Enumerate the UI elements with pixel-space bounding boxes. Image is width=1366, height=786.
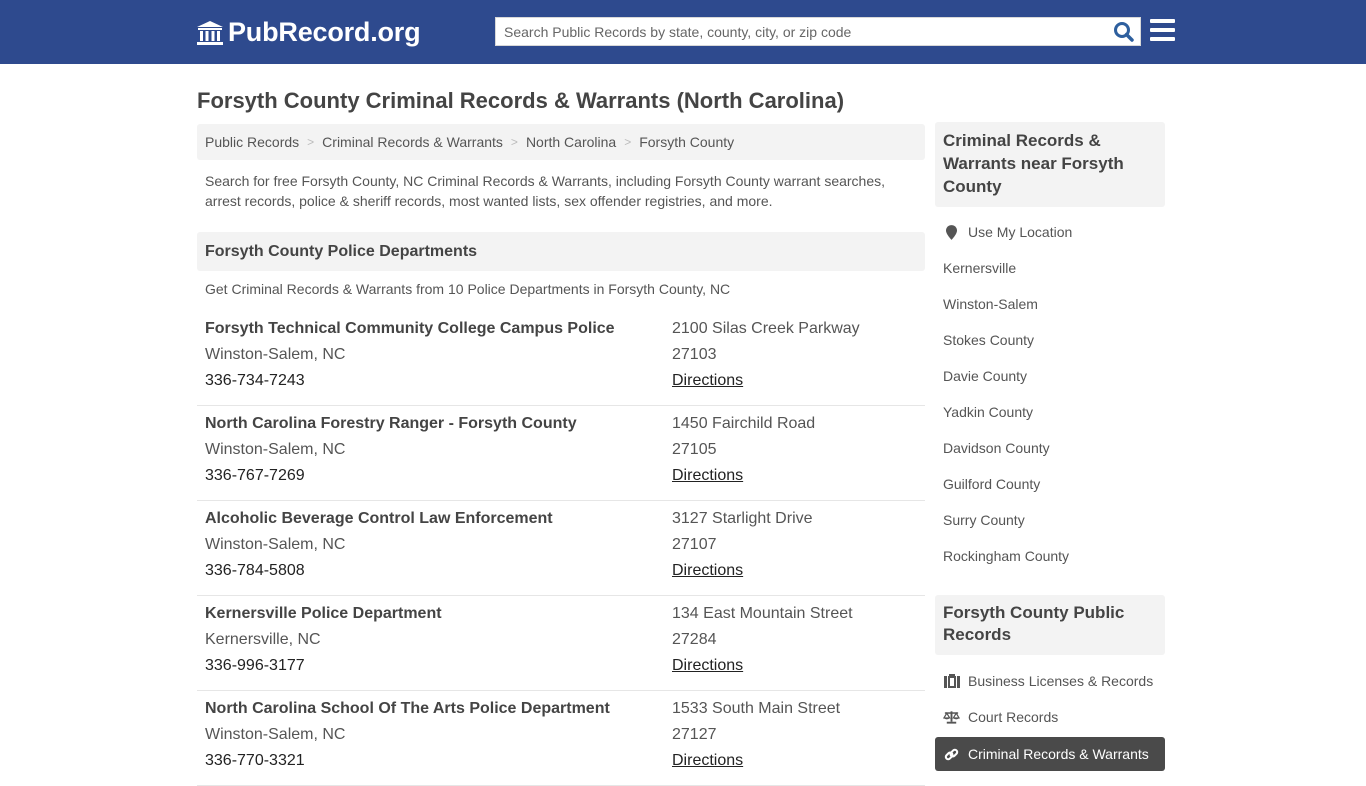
public-records-heading: Forsyth County Public Records <box>935 595 1165 655</box>
directions-link[interactable]: Directions <box>672 752 743 770</box>
courthouse-icon <box>197 20 223 45</box>
department-phone[interactable]: 336-996-3177 <box>205 657 305 675</box>
breadcrumb-separator: > <box>510 135 518 149</box>
department-address: 3127 Starlight Drive <box>672 510 813 527</box>
directions-link[interactable]: Directions <box>672 562 743 580</box>
directions-link[interactable]: Directions <box>672 657 743 675</box>
department-item: Alcoholic Beverage Control Law Enforceme… <box>197 501 925 596</box>
briefcase-icon <box>943 673 960 689</box>
category-criminal-records-active[interactable]: Criminal Records & Warrants <box>935 737 1165 771</box>
department-zip: 27105 <box>672 441 717 458</box>
department-address: 2100 Silas Creek Parkway <box>672 320 860 337</box>
nearby-link-yadkin-county[interactable]: Yadkin County <box>943 404 1033 420</box>
breadcrumb-north-carolina[interactable]: North Carolina <box>526 134 616 150</box>
department-city: Winston-Salem, NC <box>205 726 346 743</box>
department-phone[interactable]: 336-767-7269 <box>205 467 305 485</box>
department-city: Winston-Salem, NC <box>205 441 346 458</box>
department-item: North Carolina Forestry Ranger - Forsyth… <box>197 406 925 501</box>
category-label: Criminal Records & Warrants <box>968 746 1149 762</box>
department-zip: 27103 <box>672 346 717 363</box>
department-address: 1450 Fairchild Road <box>672 415 816 432</box>
departments-subheading: Get Criminal Records & Warrants from 10 … <box>205 281 731 297</box>
department-name: Kernersville Police Department <box>205 605 442 622</box>
department-phone[interactable]: 336-770-3321 <box>205 752 305 770</box>
department-address: 1533 South Main Street <box>672 700 841 717</box>
hamburger-menu-icon[interactable] <box>1150 19 1175 42</box>
top-navigation-bar: PubRecord.org <box>0 0 1366 64</box>
breadcrumb: Public Records > Criminal Records & Warr… <box>197 124 925 160</box>
department-name: North Carolina School Of The Arts Police… <box>205 700 610 717</box>
nearby-link-davidson-county[interactable]: Davidson County <box>943 440 1050 456</box>
department-name: Alcoholic Beverage Control Law Enforceme… <box>205 510 553 527</box>
nearby-link-guilford-county[interactable]: Guilford County <box>943 476 1040 492</box>
department-city: Kernersville, NC <box>205 631 321 648</box>
search-input[interactable] <box>496 18 1096 45</box>
nearby-link-stokes-county[interactable]: Stokes County <box>943 332 1034 348</box>
search-icon <box>1114 22 1134 42</box>
logo-text: PubRecord.org <box>228 17 421 47</box>
nearby-link-davie-county[interactable]: Davie County <box>943 368 1027 384</box>
link-icon <box>943 746 960 762</box>
category-label: Court Records <box>968 709 1059 725</box>
department-zip: 27284 <box>672 631 717 648</box>
department-zip: 27107 <box>672 536 717 553</box>
nearby-link-surry-county[interactable]: Surry County <box>943 512 1025 528</box>
category-court-records[interactable]: Court Records <box>943 709 1058 725</box>
category-business-licenses[interactable]: Business Licenses & Records <box>943 673 1153 689</box>
search-button[interactable] <box>1112 21 1136 43</box>
directions-link[interactable]: Directions <box>672 467 743 485</box>
breadcrumb-public-records[interactable]: Public Records <box>205 134 299 150</box>
department-item: Kernersville Police Department Kernersvi… <box>197 596 925 691</box>
department-phone[interactable]: 336-784-5808 <box>205 562 305 580</box>
nearby-link-kernersville[interactable]: Kernersville <box>943 260 1016 276</box>
breadcrumb-separator: > <box>307 135 315 149</box>
search-box <box>495 17 1141 46</box>
intro-text: Search for free Forsyth County, NC Crimi… <box>205 173 886 209</box>
department-address: 134 East Mountain Street <box>672 605 853 622</box>
breadcrumb-forsyth-county[interactable]: Forsyth County <box>639 134 734 150</box>
nearby-link-rockingham-county[interactable]: Rockingham County <box>943 548 1069 564</box>
department-zip: 27127 <box>672 726 717 743</box>
nearby-link-winston-salem[interactable]: Winston-Salem <box>943 296 1038 312</box>
breadcrumb-criminal-records[interactable]: Criminal Records & Warrants <box>322 134 503 150</box>
department-phone[interactable]: 336-734-7243 <box>205 372 305 390</box>
department-name: North Carolina Forestry Ranger - Forsyth… <box>205 415 577 432</box>
use-my-location-label: Use My Location <box>968 224 1073 240</box>
departments-list: Forsyth Technical Community College Camp… <box>197 311 925 786</box>
balance-scale-icon <box>943 709 960 725</box>
category-label: Business Licenses & Records <box>968 673 1154 689</box>
site-logo[interactable]: PubRecord.org <box>196 17 421 48</box>
department-item: North Carolina School Of The Arts Police… <box>197 691 925 786</box>
department-item: Forsyth Technical Community College Camp… <box>197 311 925 406</box>
use-my-location-link[interactable]: Use My Location <box>943 224 1072 240</box>
page-title: Forsyth County Criminal Records & Warran… <box>197 88 845 113</box>
directions-link[interactable]: Directions <box>672 372 743 390</box>
department-city: Winston-Salem, NC <box>205 536 346 553</box>
nearby-heading: Criminal Records & Warrants near Forsyth… <box>935 122 1165 207</box>
map-marker-icon <box>943 224 960 240</box>
department-name: Forsyth Technical Community College Camp… <box>205 320 615 337</box>
breadcrumb-separator: > <box>624 135 632 149</box>
department-city: Winston-Salem, NC <box>205 346 346 363</box>
departments-heading: Forsyth County Police Departments <box>197 232 925 271</box>
